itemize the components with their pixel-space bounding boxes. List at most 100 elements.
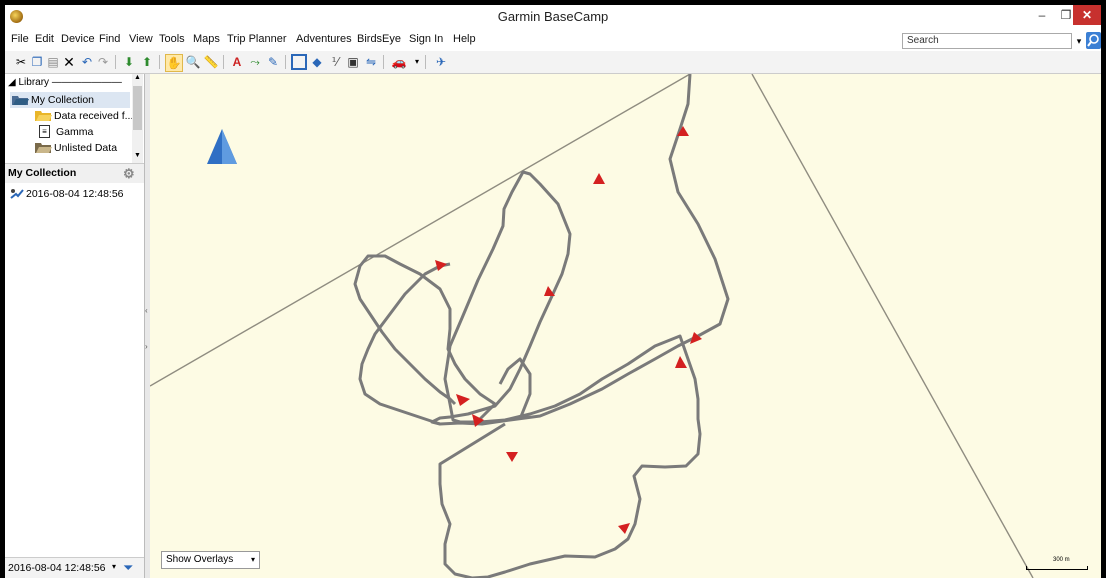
menu-help[interactable]: Help <box>453 33 476 45</box>
chevron-down-icon[interactable]: ▾ <box>112 562 116 571</box>
menu-edit[interactable]: Edit <box>35 33 54 45</box>
overlay-select-value: Show Overlays <box>166 554 234 565</box>
library-header-label: Library <box>18 77 50 88</box>
close-button[interactable]: ✕ <box>1073 5 1101 25</box>
receive-from-device-icon[interactable]: ⬇ <box>121 54 137 70</box>
title-bar: Garmin BaseCamp – ❐ ✕ <box>5 5 1101 29</box>
birdseye-icon[interactable]: ▣ <box>345 54 361 70</box>
menu-adventures[interactable]: Adventures <box>296 33 352 45</box>
search-input[interactable]: Search <box>902 33 1072 49</box>
scroll-down-icon[interactable]: ▼ <box>134 152 141 159</box>
menu-device[interactable]: Device <box>61 33 95 45</box>
menu-trip-planner[interactable]: Trip Planner <box>227 33 287 45</box>
map-road <box>751 74 1034 578</box>
scrollbar-thumb[interactable] <box>133 86 142 130</box>
folder-icon <box>35 111 52 121</box>
direction-arrow-icon <box>593 173 605 184</box>
map-canvas[interactable] <box>150 74 1101 578</box>
library-item-gamma[interactable]: ≡ Gamma <box>39 124 129 140</box>
adventure-icon[interactable]: ✈ <box>433 54 449 70</box>
toolbar-separator <box>285 55 286 69</box>
toolbar-separator <box>425 55 426 69</box>
zoom-tool-icon[interactable]: 🔍 <box>185 54 201 70</box>
menu-sign-in[interactable]: Sign In <box>409 33 443 45</box>
collection-list: 2016-08-04 12:48:56 <box>5 183 145 551</box>
hand-tool-icon[interactable]: ✋ <box>165 54 183 72</box>
library-header[interactable]: ◢ Library ——————— <box>8 75 122 91</box>
toolbar-separator <box>159 55 160 69</box>
collection-title: My Collection <box>8 167 77 179</box>
menu-find[interactable]: Find <box>99 33 120 45</box>
send-to-device-icon[interactable]: ⬆ <box>139 54 155 70</box>
search-dropdown-icon[interactable]: ▾ <box>1073 33 1085 49</box>
list-item-track[interactable]: 2016-08-04 12:48:56 <box>5 186 144 202</box>
scale-label: 300 m <box>1053 557 1070 563</box>
toolbar-separator <box>383 55 384 69</box>
library-item-my-collection[interactable]: My Collection <box>10 92 130 108</box>
library-item-label: Data received f... <box>54 110 134 122</box>
library-panel: ◢ Library ——————— My Collection Data rec… <box>5 74 145 163</box>
undo-icon[interactable]: ↶ <box>79 54 95 70</box>
track-line <box>353 254 497 426</box>
filter-select-value[interactable]: 2016-08-04 12:48:56 <box>8 562 106 574</box>
map-view[interactable]: Show Overlays ▾ 300 m <box>150 74 1101 578</box>
measure-tool-icon[interactable]: 📏 <box>203 54 219 70</box>
window-title: Garmin BaseCamp <box>497 9 609 24</box>
split-view-icon[interactable]: ⅟ <box>327 54 343 70</box>
menu-birdseye[interactable]: BirdsEye <box>357 33 401 45</box>
collection-header: My Collection ⚙ <box>5 163 144 184</box>
chevron-down-icon[interactable]: ▾ <box>409 54 425 70</box>
folder-icon <box>35 143 52 153</box>
toolbar-separator <box>115 55 116 69</box>
track-line <box>498 357 532 420</box>
direction-arrow-icon <box>675 356 687 368</box>
toolbar: ✂ ❐ ▤ ✕ ↶ ↷ ⬇ ⬆ ✋ 🔍 📏 A ⤳ ✎ ◆ ⅟ ▣ ⇋ 🚗 ▾ … <box>5 51 1101 74</box>
list-item-label: 2016-08-04 12:48:56 <box>26 188 124 200</box>
new-waypoint-icon[interactable]: A <box>229 54 245 70</box>
scale-line <box>1026 566 1088 570</box>
delete-icon[interactable]: ✕ <box>61 54 77 70</box>
collapse-arrow-icon[interactable]: ‹ <box>145 306 148 315</box>
filter-bar: 2016-08-04 12:48:56 ▾ ⏷ <box>5 557 148 578</box>
menu-tools[interactable]: Tools <box>159 33 185 45</box>
scroll-up-icon[interactable]: ▲ <box>134 74 141 81</box>
redo-icon[interactable]: ↷ <box>95 54 111 70</box>
search-button[interactable] <box>1086 32 1101 49</box>
library-item-unlisted-data[interactable]: Unlisted Data <box>35 140 131 156</box>
menu-view[interactable]: View <box>129 33 153 45</box>
expand-arrow-icon[interactable]: › <box>145 342 148 351</box>
overlay-select[interactable]: Show Overlays ▾ <box>161 551 260 569</box>
library-item-data-received[interactable]: Data received f... <box>35 108 134 124</box>
menu-file[interactable]: File <box>11 33 29 45</box>
library-scrollbar[interactable]: ▲ ▼ <box>132 74 143 163</box>
north-arrow-highlight <box>222 129 237 164</box>
track-line <box>430 74 730 578</box>
paste-icon[interactable]: ▤ <box>45 54 61 70</box>
filter-icon[interactable]: ⏷ <box>123 560 133 576</box>
new-track-icon[interactable]: ✎ <box>265 54 281 70</box>
toolbar-separator <box>223 55 224 69</box>
direction-arrow-icon <box>456 394 470 406</box>
chevron-down-icon: ▾ <box>250 555 255 564</box>
direction-arrow-icon <box>506 452 518 462</box>
new-route-icon[interactable]: ⤳ <box>247 54 263 70</box>
track-icon <box>10 189 24 199</box>
3d-view-icon[interactable]: ◆ <box>309 54 325 70</box>
scale-bar: 300 m <box>1026 557 1088 571</box>
gear-icon[interactable]: ⚙ <box>123 164 135 183</box>
direction-arrow-icon <box>618 523 630 534</box>
library-item-label: Unlisted Data <box>54 142 118 154</box>
activity-profile-icon[interactable]: 🚗 <box>391 54 407 70</box>
library-item-label: Gamma <box>56 126 94 138</box>
map-road <box>150 74 691 387</box>
app-window: Garmin BaseCamp – ❐ ✕ File Edit Device F… <box>5 5 1101 578</box>
map-view-icon[interactable] <box>291 54 307 70</box>
profile-icon[interactable]: ⇋ <box>363 54 379 70</box>
search-icon <box>1087 34 1099 47</box>
cut-icon[interactable]: ✂ <box>13 54 29 70</box>
copy-icon[interactable]: ❐ <box>29 54 45 70</box>
open-folder-icon <box>12 96 29 105</box>
menu-maps[interactable]: Maps <box>193 33 220 45</box>
document-icon: ≡ <box>39 125 50 138</box>
library-item-label: My Collection <box>31 94 95 106</box>
